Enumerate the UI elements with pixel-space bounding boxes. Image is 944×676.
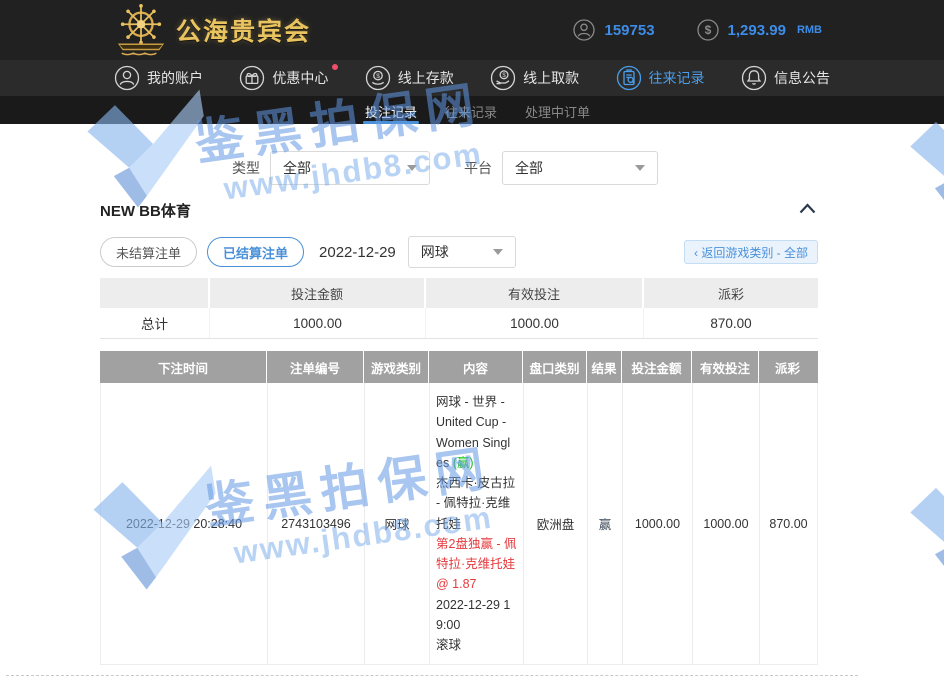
site-logo[interactable]: 公海贵宾会 (110, 3, 311, 57)
records-icon (616, 65, 642, 91)
jhdb8-watermark-shield-icon (900, 470, 944, 584)
summary-table: 投注金额 有效投注 派彩 总计 1000.00 1000.00 870.00 (100, 278, 818, 339)
nav-item-deposit[interactable]: $ 线上存款 (365, 65, 454, 91)
account-info: 159753 $ 1,293.99 RMB (573, 19, 822, 41)
collapse-section-button[interactable] (797, 199, 818, 221)
col-result: 结果 (587, 351, 622, 383)
content-selection-line: 第2盘独赢 - 佩特拉·克维托娃 @ 1.87 (436, 534, 517, 595)
type-select-value: 全部 (283, 158, 311, 178)
col-valid-bet: 有效投注 (692, 351, 759, 383)
section-header: NEW BB体育 (100, 199, 818, 221)
subnav-tab-transaction-records[interactable]: 往来记录 (445, 96, 497, 124)
subnav-tab-bet-records[interactable]: 投注记录 (365, 96, 417, 124)
nav-label: 线上取款 (523, 68, 579, 88)
deposit-icon: $ (365, 65, 391, 91)
balance-value: 1,293.99 (728, 22, 786, 39)
cell-bet-id: 2743103496 (268, 383, 365, 664)
svg-text:$: $ (376, 73, 380, 80)
sport-select[interactable]: 网球 (408, 236, 516, 268)
nav-label: 线上存款 (398, 68, 454, 88)
currency-label: RMB (797, 24, 822, 36)
settled-bets-button[interactable]: 已结算注单 (207, 237, 304, 267)
chevron-up-icon (799, 203, 816, 214)
user-icon (114, 65, 140, 91)
filter-row: 类型 全部 平台 全部 (232, 151, 944, 185)
summary-bet-amount-value: 1000.00 (210, 308, 426, 338)
withdraw-icon: $ (490, 65, 516, 91)
bets-table-header: 下注时间 注单编号 游戏类别 内容 盘口类别 结果 投注金额 有效投注 派彩 (100, 351, 818, 383)
gift-icon (239, 65, 265, 91)
chevron-down-icon (493, 249, 503, 255)
nav-label: 优惠中心 (272, 68, 328, 88)
content-players-line: 杰西卡·皮古拉 - 佩特拉·克维托娃 (436, 473, 517, 534)
date-value[interactable]: 2022-12-29 (319, 244, 396, 261)
subnav-tab-pending-orders[interactable]: 处理中订单 (525, 96, 590, 124)
platform-select[interactable]: 全部 (502, 151, 658, 185)
balance-display[interactable]: $ 1,293.99 RMB (697, 19, 822, 41)
col-market-type: 盘口类别 (523, 351, 587, 383)
col-game-type: 游戏类别 (364, 351, 429, 383)
cell-result: 赢 (588, 383, 623, 664)
nav-item-withdraw[interactable]: $ 线上取款 (490, 65, 579, 91)
sub-navbar: 投注记录 往来记录 处理中订单 (0, 96, 944, 124)
nav-item-promotions[interactable]: 优惠中心 (239, 65, 328, 91)
nav-item-transaction-records[interactable]: 往来记录 (616, 65, 705, 91)
summary-valid-bet-value: 1000.00 (426, 308, 644, 338)
col-bet-id: 注单编号 (267, 351, 364, 383)
user-circle-icon (573, 19, 595, 41)
summary-table-header: 投注金额 有效投注 派彩 (100, 278, 818, 308)
type-select[interactable]: 全部 (270, 151, 430, 185)
content-win-tag: (赢) (453, 456, 474, 470)
cell-content: 网球 - 世界 - United Cup - Women Singles (赢)… (430, 383, 524, 664)
summary-header-bet-amount: 投注金额 (210, 278, 426, 308)
platform-select-value: 全部 (515, 158, 543, 178)
user-id-display[interactable]: 159753 (573, 19, 654, 41)
section-title: NEW BB体育 (100, 200, 191, 221)
svg-text:$: $ (704, 23, 711, 37)
bet-controls-row: 未结算注单 已结算注单 2022-12-29 网球 ‹ 返回游戏类别 - 全部 (100, 236, 818, 268)
col-bet-amount: 投注金额 (622, 351, 692, 383)
platform-filter-label: 平台 (464, 158, 492, 178)
cell-market-type: 欧洲盘 (524, 383, 588, 664)
bell-icon (741, 65, 767, 91)
table-row: 2022-12-29 20:28:40 2743103496 网球 网球 - 世… (100, 383, 818, 665)
summary-header-payout: 派彩 (644, 278, 818, 308)
cell-valid-bet: 1000.00 (693, 383, 760, 664)
cell-payout: 870.00 (760, 383, 817, 664)
type-filter-label: 类型 (232, 158, 260, 178)
content-time-line: 2022-12-29 19:00 (436, 595, 517, 636)
chevron-down-icon (635, 165, 645, 171)
content-live-line: 滚球 (436, 635, 517, 655)
top-header: 公海贵宾会 159753 $ 1,293.99 RMB (0, 0, 944, 60)
col-payout: 派彩 (759, 351, 816, 383)
cell-bet-amount: 1000.00 (623, 383, 693, 664)
summary-header-empty (100, 278, 210, 308)
nav-item-announcements[interactable]: 信息公告 (741, 65, 830, 91)
main-navbar: 我的账户 优惠中心 $ 线上存款 $ 线上取款 (0, 60, 944, 96)
nav-item-my-account[interactable]: 我的账户 (114, 65, 203, 91)
back-to-game-category-button[interactable]: ‹ 返回游戏类别 - 全部 (684, 240, 818, 264)
cell-bet-time: 2022-12-29 20:28:40 (101, 383, 268, 664)
dollar-circle-icon: $ (697, 19, 719, 41)
nav-label: 我的账户 (147, 68, 203, 88)
nav-label: 往来记录 (649, 68, 705, 88)
user-id-value: 159753 (604, 22, 654, 39)
logo-text: 公海贵宾会 (176, 12, 311, 48)
content-match-line: 网球 - 世界 - United Cup - Women Singles (赢) (436, 392, 517, 473)
summary-payout-value: 870.00 (644, 308, 818, 338)
nav-label: 信息公告 (774, 68, 830, 88)
unsettled-bets-button[interactable]: 未结算注单 (100, 237, 197, 267)
notification-dot (332, 64, 338, 70)
col-bet-time: 下注时间 (100, 351, 267, 383)
summary-total-row: 总计 1000.00 1000.00 870.00 (100, 308, 818, 339)
col-content: 内容 (429, 351, 523, 383)
bets-table: 下注时间 注单编号 游戏类别 内容 盘口类别 结果 投注金额 有效投注 派彩 2… (100, 351, 818, 665)
summary-total-label: 总计 (100, 308, 210, 338)
summary-header-valid-bet: 有效投注 (426, 278, 644, 308)
chevron-down-icon (407, 165, 417, 171)
ship-wheel-logo-icon (110, 3, 172, 57)
cell-game-type: 网球 (365, 383, 430, 664)
sport-select-value: 网球 (421, 242, 449, 262)
